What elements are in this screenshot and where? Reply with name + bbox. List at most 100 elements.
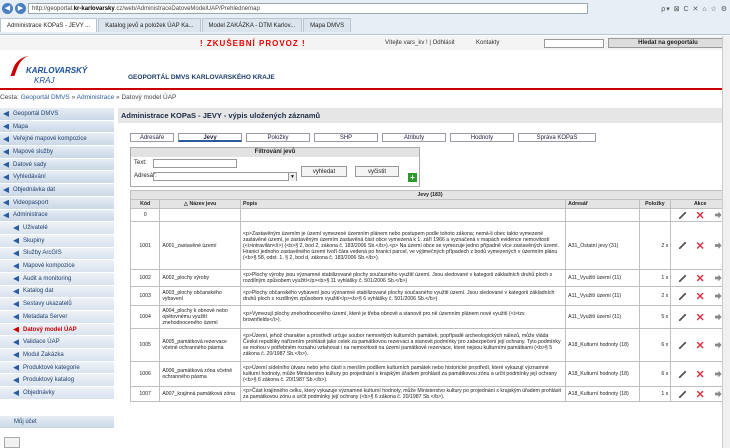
- delete-icon[interactable]: [696, 341, 704, 349]
- sidebar-menu: Geoportál DMVS Mapa Veřejné mapové kompozi…: [0, 108, 114, 400]
- cell-akce: [670, 286, 730, 306]
- tab-atributy[interactable]: Atributy: [382, 133, 446, 142]
- sidebar-item[interactable]: Služby ArcGIS: [0, 247, 114, 261]
- cell-nazev: [159, 208, 241, 222]
- sidebar-item[interactable]: Veřejné mapové kompozice: [0, 133, 114, 147]
- tab-adresare[interactable]: Adresáře: [130, 133, 174, 142]
- sidebar-item[interactable]: Mapa: [0, 120, 114, 134]
- geoportal-search-button[interactable]: Hledat na geoportálu: [608, 38, 728, 48]
- tab-jevy[interactable]: Jevy: [178, 133, 242, 142]
- sidebar-item[interactable]: Uživatelé: [0, 222, 114, 235]
- sidebar-item-label: Mapové kompozice: [23, 263, 75, 270]
- tab-hodnoty[interactable]: Hodnoty: [450, 133, 514, 142]
- sidebar-item[interactable]: Metadata Server: [0, 311, 114, 324]
- tab-polozky[interactable]: Položky: [246, 133, 310, 142]
- delete-icon[interactable]: [696, 390, 704, 398]
- geoportal-search-input[interactable]: [544, 39, 604, 48]
- page-scrollbar[interactable]: [722, 36, 730, 448]
- delete-icon[interactable]: [696, 313, 704, 321]
- browser-tab[interactable]: Model ZAKÁZKA - DTM Karlov...: [201, 18, 303, 32]
- col-kod[interactable]: Kód: [129, 199, 161, 209]
- url-rest: .cz/web/AdministraceDatoveModelUAP/Prehl…: [114, 6, 260, 12]
- sidebar-item[interactable]: Administrace: [0, 209, 114, 223]
- filter-text-input[interactable]: [153, 159, 237, 168]
- url-field[interactable]: http://geoportal.kr-karlovarsky.cz/web/A…: [28, 3, 588, 14]
- col-polozky[interactable]: Položky: [638, 199, 672, 209]
- forward-icon[interactable]: ▶: [15, 3, 26, 14]
- sidebar-item[interactable]: Sestavy ukazatelů: [0, 298, 114, 311]
- delete-icon[interactable]: [696, 274, 704, 282]
- cell-adresar: A11_Využití území (11): [565, 286, 640, 306]
- detail-icon[interactable]: [714, 313, 722, 321]
- detail-icon[interactable]: [714, 390, 722, 398]
- search-button[interactable]: vyhledat: [301, 166, 347, 177]
- sidebar-item-label: Validace ÚAP: [23, 339, 60, 346]
- col-popis[interactable]: Popis: [239, 199, 567, 209]
- sidebar-item[interactable]: Validace ÚAP: [0, 336, 114, 350]
- sidebar-item[interactable]: Vyhledávání: [0, 171, 114, 185]
- sidebar-item[interactable]: Videopasport: [0, 196, 114, 210]
- sidebar-item[interactable]: Produktové kategorie: [0, 361, 114, 375]
- sidebar-item[interactable]: Produktový katalog: [0, 374, 114, 388]
- edit-icon[interactable]: [678, 211, 686, 219]
- clear-button[interactable]: vyčistit: [355, 166, 399, 177]
- browser-tab[interactable]: Mapa DMVS: [303, 18, 352, 32]
- tab-sprava-kopas[interactable]: Správa KOPaS: [518, 133, 596, 142]
- table-row: 1003 A003_plochy občanského vybavení <p>Pl…: [129, 286, 730, 306]
- browser-tab[interactable]: Katalog jevů a položek ÚAP Ka...: [98, 18, 201, 32]
- sidebar-item[interactable]: Skupiny: [0, 234, 114, 248]
- delete-icon[interactable]: [696, 211, 704, 219]
- url-host: kr-karlovarsky: [73, 6, 115, 12]
- arrow-icon: [13, 237, 19, 244]
- sidebar-item[interactable]: Katalog dat: [0, 285, 114, 299]
- back-icon[interactable]: ◀: [2, 3, 13, 14]
- my-account-link[interactable]: Můj účet: [0, 416, 114, 428]
- cell-akce: [670, 328, 730, 362]
- add-icon[interactable]: +: [408, 173, 417, 182]
- detail-icon[interactable]: [714, 211, 722, 219]
- filter-adresar-select[interactable]: ▼: [153, 172, 297, 181]
- browser-tool-icons[interactable]: ρ▾ ⊠ C ✕ ⌂ ☆ ⚙: [661, 5, 728, 13]
- sidebar-item[interactable]: Geoportál DMVS: [0, 108, 114, 121]
- sidebar-item[interactable]: Objednávky: [0, 387, 114, 400]
- edit-icon[interactable]: [678, 370, 686, 378]
- col-akce: Akce: [670, 199, 730, 209]
- browser-tab[interactable]: Administrace KOPaS - JEVY ...: [0, 18, 98, 32]
- col-nazev[interactable]: △ Název jevu: [159, 199, 241, 209]
- edit-icon[interactable]: [678, 390, 686, 398]
- edit-icon[interactable]: [678, 274, 686, 282]
- sidebar-item-label: Produktové kategorie: [23, 364, 80, 371]
- karlovarsky-kraj-logo[interactable]: KARLOVARSKÝ KRAJ: [6, 54, 96, 88]
- contacts-link[interactable]: Kontakty: [476, 40, 499, 46]
- detail-icon[interactable]: [714, 242, 722, 249]
- cell-kod: 1005: [129, 328, 161, 362]
- sidebar-item[interactable]: Objednávka dat: [0, 184, 114, 197]
- sidebar-item[interactable]: Audit a monitoring: [0, 272, 114, 286]
- sidebar-item[interactable]: Mapové kompozice: [0, 260, 114, 273]
- sidebar-item[interactable]: Datové sady: [0, 158, 114, 172]
- edit-icon[interactable]: [678, 292, 686, 300]
- sidebar-item[interactable]: Mapové služby: [0, 146, 114, 159]
- edit-icon[interactable]: [678, 341, 686, 349]
- col-adresar[interactable]: Adresář: [565, 199, 640, 209]
- breadcrumb-link-administrace[interactable]: Administrace: [77, 94, 115, 101]
- detail-icon[interactable]: [714, 292, 722, 300]
- cell-adresar: A18_Kulturní hodnoty (18): [565, 361, 640, 387]
- sidebar-item[interactable]: Datový model ÚAP: [0, 323, 114, 337]
- detail-icon[interactable]: [714, 341, 722, 349]
- cell-polozky: 1 x: [638, 269, 672, 287]
- delete-icon[interactable]: [696, 370, 704, 378]
- edit-icon[interactable]: [678, 242, 686, 249]
- delete-icon[interactable]: [696, 292, 704, 300]
- detail-icon[interactable]: [714, 370, 722, 378]
- delete-icon[interactable]: [696, 242, 704, 249]
- tab-shp[interactable]: SHP: [314, 133, 378, 142]
- sidebar-item[interactable]: Modul Zakázka: [0, 349, 114, 362]
- detail-icon[interactable]: [714, 274, 722, 282]
- cell-popis: <p>Plochy občanského vybavení jsou význa…: [239, 286, 567, 306]
- user-logout-link[interactable]: Vítejte vars_kv ! | Odhlásit: [385, 40, 455, 46]
- cell-adresar: A31_Ostatní jevy (31): [565, 221, 640, 270]
- table-row: 0: [129, 208, 730, 222]
- breadcrumb-link-geoportal[interactable]: Geoportál DMVS: [21, 94, 70, 101]
- edit-icon[interactable]: [678, 313, 686, 321]
